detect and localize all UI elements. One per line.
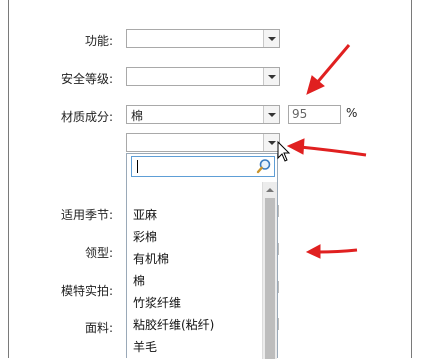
magnifier-icon[interactable] (256, 158, 272, 174)
hidden-select-edge (278, 318, 279, 330)
annotation-arrow (299, 145, 367, 157)
fabric-label: 面料: (84, 321, 113, 335)
material-select-value: 棉 (131, 109, 144, 123)
dropdown-option[interactable]: 棉 (133, 270, 214, 292)
annotation-arrowhead (306, 75, 325, 95)
season-label: 适用季节: (60, 208, 113, 222)
annotation-arrow (314, 44, 351, 85)
material-percent-value: 95 (292, 107, 308, 121)
dropdown-search-input[interactable] (131, 156, 275, 177)
material-percent-input[interactable]: 95 (288, 105, 341, 124)
scrollbar-thumb[interactable] (265, 198, 275, 359)
security-level-select[interactable] (126, 67, 280, 86)
model-photo-label: 模特实拍: (60, 284, 113, 298)
text-caret (137, 160, 138, 173)
dropdown-option[interactable]: 羊毛 (133, 336, 214, 358)
material-select[interactable]: 棉 (126, 105, 280, 124)
annotation-arrow (317, 248, 358, 254)
window-frame-left (8, 0, 9, 358)
collar-label: 领型: (84, 246, 113, 260)
dropdown-option[interactable]: 竹浆纤维 (133, 292, 214, 314)
scroll-up-icon[interactable] (266, 188, 274, 192)
chevron-down-icon[interactable] (263, 68, 279, 85)
dropdown-options: 亚麻 彩棉 有机棉 棉 竹浆纤维 粘胶纤维(粘纤) 羊毛 (133, 204, 214, 358)
chevron-down-icon[interactable] (263, 106, 279, 123)
material-dropdown-list[interactable]: 亚麻 彩棉 有机棉 棉 竹浆纤维 粘胶纤维(粘纤) 羊毛 (126, 153, 278, 359)
percent-unit: % (346, 106, 358, 120)
dropdown-option[interactable]: 粘胶纤维(粘纤) (133, 314, 214, 336)
material-second-select[interactable] (126, 133, 280, 152)
window-frame-right (411, 0, 412, 358)
annotation-arrowhead (305, 244, 321, 259)
dropdown-scrollbar[interactable] (262, 182, 277, 359)
function-label: 功能: (84, 34, 113, 48)
dropdown-option[interactable]: 彩棉 (133, 226, 214, 248)
annotation-arrowhead (286, 138, 305, 155)
chevron-down-icon[interactable] (263, 30, 279, 47)
hidden-select-edge (278, 205, 279, 217)
chevron-down-icon[interactable] (263, 134, 279, 151)
function-select[interactable] (126, 29, 280, 48)
dropdown-option[interactable]: 有机棉 (133, 248, 214, 270)
hidden-select-edge (278, 243, 279, 255)
dropdown-option[interactable]: 亚麻 (133, 204, 214, 226)
security-level-label: 安全等级: (60, 72, 113, 86)
hidden-select-edge (278, 281, 279, 293)
material-label: 材质成分: (60, 110, 113, 124)
